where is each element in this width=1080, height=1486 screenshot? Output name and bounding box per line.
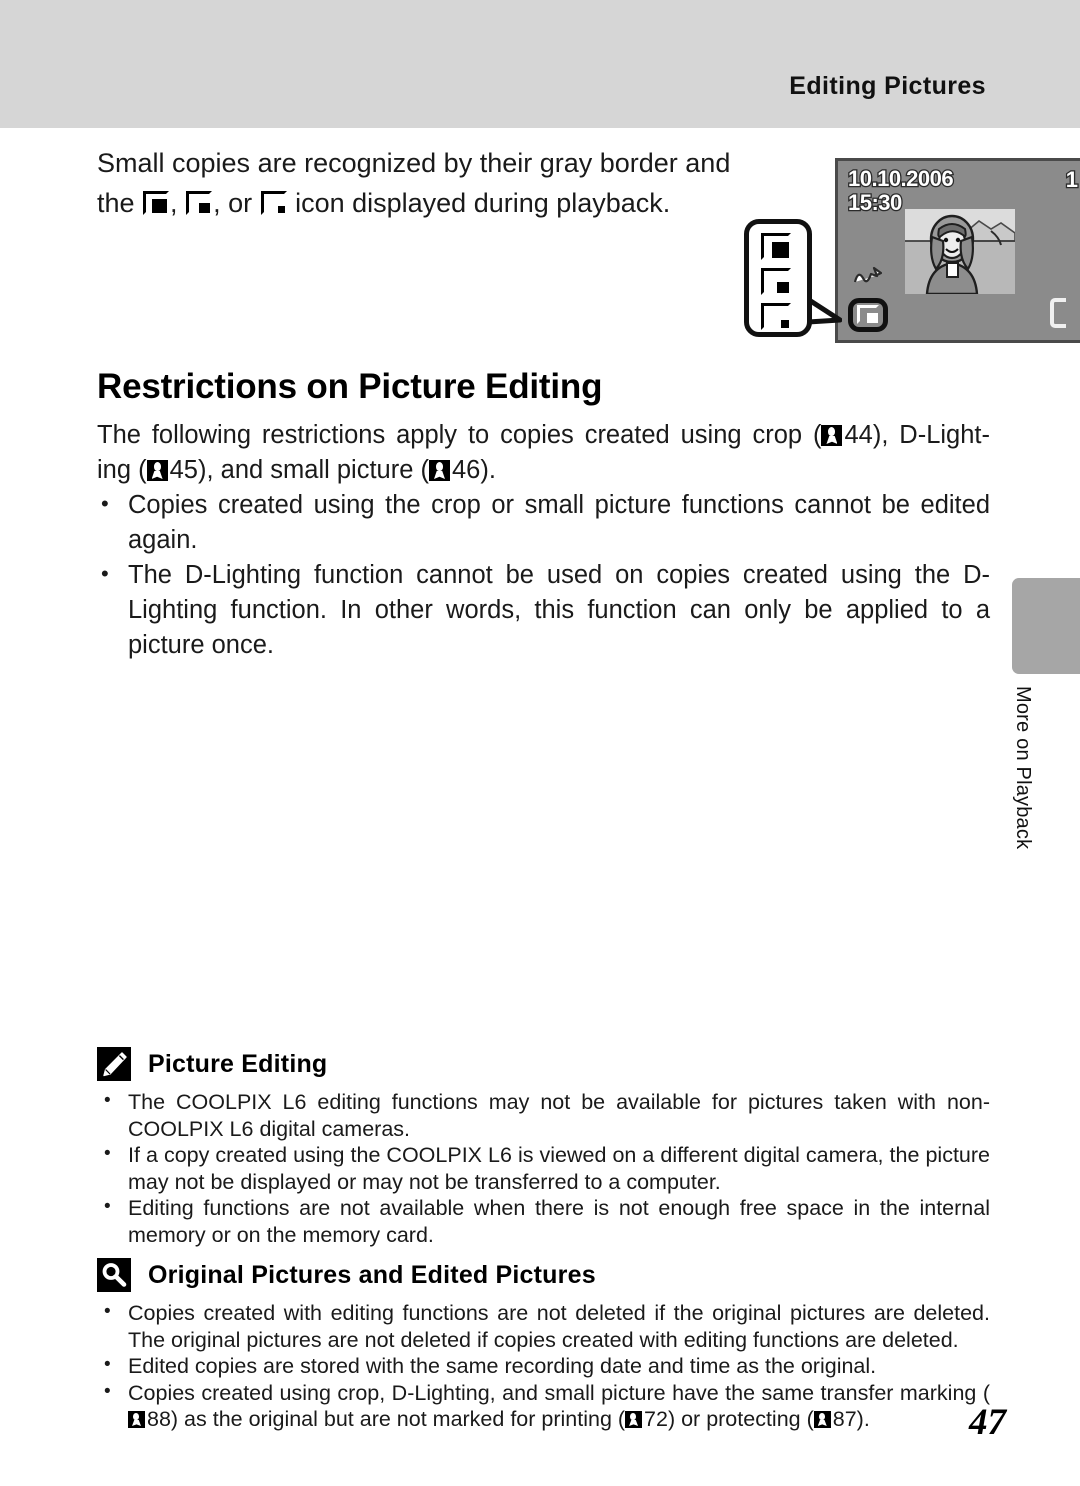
- list-item: The COOLPIX L6 editing functions may not…: [97, 1088, 990, 1142]
- intro-paragraph: Small copies are recognized by their gra…: [97, 143, 737, 223]
- lcd-date-time: 10.10.2006 15:30: [847, 165, 955, 216]
- lead-ref-1: 44: [844, 421, 873, 449]
- page-header-title: Editing Pictures: [789, 72, 986, 100]
- intro-line-2-suffix: icon displayed during playback.: [287, 188, 671, 218]
- small-picture-medium-icon: [761, 268, 791, 295]
- note-title: Original Pictures and Edited Pictures: [148, 1260, 596, 1289]
- small-picture-icon: [857, 305, 879, 324]
- restrictions-bullet-list: Copies created using the crop or small p…: [97, 486, 990, 663]
- thumbnail-portrait-drawing: [905, 214, 1015, 294]
- note-bullet-text-3: ) or protecting (: [667, 1407, 814, 1431]
- note-bullet: Editing functions are not available when…: [128, 1196, 990, 1247]
- chapter-tab: [1012, 578, 1080, 674]
- magnifier-icon: [97, 1258, 131, 1292]
- note-header: Picture Editing: [97, 1047, 990, 1081]
- page-reference-icon: [128, 1411, 145, 1428]
- small-picture-small-icon: [761, 303, 791, 330]
- note-original-and-edited-pictures: Original Pictures and Edited Pictures Co…: [97, 1258, 990, 1433]
- note-bullet-ref-1: 88: [147, 1407, 171, 1431]
- list-item: The D-Lighting function cannot be used o…: [97, 556, 990, 663]
- lead-text-2: ), D-Light-: [872, 421, 990, 449]
- list-item: Copies created using the crop or small p…: [97, 486, 990, 558]
- intro-sep-1: ,: [170, 188, 186, 218]
- note-bullet-ref-2: 72: [644, 1407, 668, 1431]
- note-bullet-list: Copies created with editing functions ar…: [97, 1299, 990, 1433]
- page-reference-icon: [625, 1411, 643, 1428]
- bracket-icon: [1050, 298, 1066, 328]
- list-item: Copies created using crop, D-Lighting, a…: [97, 1379, 990, 1433]
- note-picture-editing: Picture Editing The COOLPIX L6 editing f…: [97, 1047, 990, 1248]
- note-bullet-ref-3: 87: [832, 1407, 857, 1431]
- note-title: Picture Editing: [148, 1049, 328, 1078]
- restriction-bullet-2: The D-Lighting function cannot be used o…: [128, 561, 990, 659]
- list-item: If a copy created using the COOLPIX L6 i…: [97, 1141, 990, 1195]
- lcd-time: 15:30: [847, 189, 904, 216]
- lead-text-4: ), and small picture (: [197, 456, 429, 484]
- small-picture-medium-icon: [186, 191, 213, 215]
- callout-icon-stack: [760, 233, 792, 330]
- note-bullet: If a copy created using the COOLPIX L6 i…: [128, 1143, 990, 1194]
- transfer-marking-icon: [853, 266, 882, 283]
- intro-sep-2: , or: [213, 188, 260, 218]
- small-picture-large-icon: [143, 191, 170, 215]
- note-bullet: The COOLPIX L6 editing functions may not…: [128, 1090, 990, 1141]
- page-header-band: [0, 0, 1080, 128]
- note-bullet-text-4: ).: [856, 1407, 870, 1431]
- intro-line-2-prefix: the: [97, 188, 143, 218]
- lcd-date: 10.10.2006: [847, 165, 955, 192]
- note-bullet: Copies created with editing functions ar…: [128, 1301, 990, 1352]
- note-bullet-text-1: Copies created using crop, D-Lighting, a…: [128, 1380, 990, 1405]
- page-reference-icon: [813, 1411, 831, 1428]
- camera-lcd-screen: 10.10.2006 15:30 1: [835, 158, 1080, 343]
- note-header: Original Pictures and Edited Pictures: [97, 1258, 990, 1292]
- lead-ref-3: 46: [451, 456, 481, 484]
- page-title: Restrictions on Picture Editing: [97, 367, 603, 406]
- restriction-bullet-1: Copies created using the crop or small p…: [128, 491, 990, 554]
- camera-lcd-playback-illustration: 10.10.2006 15:30 1: [730, 140, 1080, 360]
- chapter-tab-label: More on Playback: [1012, 686, 1034, 850]
- note-bullet-text-2: ) as the original but are not marked for…: [170, 1407, 626, 1431]
- small-copy-thumbnail: [905, 209, 1015, 294]
- small-picture-large-icon: [761, 233, 791, 260]
- page-reference-icon: [821, 425, 843, 446]
- lead-text-1: The following restrictions apply to copi…: [97, 421, 822, 449]
- lead-paragraph: The following restrictions apply to copi…: [97, 418, 990, 488]
- lead-text-5: ).: [480, 456, 496, 484]
- small-picture-small-icon: [260, 191, 287, 215]
- intro-line-1: Small copies are recognized by their gra…: [97, 148, 731, 178]
- note-bullet-list: The COOLPIX L6 editing functions may not…: [97, 1088, 990, 1248]
- list-item: Editing functions are not available when…: [97, 1194, 990, 1248]
- page-reference-icon: [428, 460, 450, 481]
- lcd-clipped-digit: 1: [1064, 166, 1079, 194]
- lead-ref-2: 45: [169, 456, 198, 484]
- lead-text-3: ing (: [97, 456, 147, 484]
- page-reference-icon: [146, 460, 168, 481]
- note-bullet: Edited copies are stored with the same r…: [128, 1354, 877, 1378]
- list-item: Copies created with editing functions ar…: [97, 1299, 990, 1353]
- page-number: 47: [969, 1402, 1006, 1443]
- small-picture-icons-callout: [744, 219, 812, 337]
- pencil-icon: [97, 1047, 131, 1081]
- list-item: Edited copies are stored with the same r…: [97, 1352, 990, 1380]
